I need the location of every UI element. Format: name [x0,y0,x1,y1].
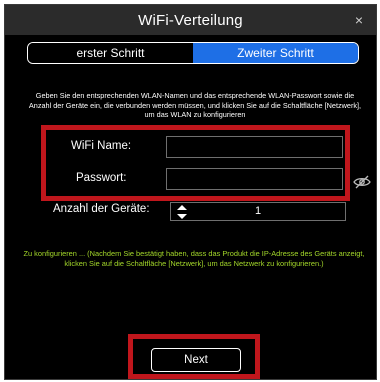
device-count-value: 1 [254,205,262,217]
configuration-note: Zu konfigurieren ... (Nachdem Sie bestät… [23,249,365,268]
next-button[interactable]: Next [151,348,241,372]
device-count-label: Anzahl der Geräte: [53,203,150,215]
dialog-title: WiFi-Verteilung [138,12,243,29]
wifi-distribution-dialog: WiFi-Verteilung × erster Schritt Zweiter… [4,4,377,380]
close-icon[interactable]: × [352,12,366,28]
wifi-name-input[interactable] [166,136,343,158]
title-bar: WiFi-Verteilung × [5,5,376,35]
wifi-name-label: WiFi Name: [71,140,132,152]
password-input[interactable] [166,168,343,190]
step-tabs: erster Schritt Zweiter Schritt [27,42,359,64]
device-count-stepper[interactable]: 1 [170,202,346,221]
eye-slash-icon[interactable] [353,175,371,189]
password-label: Passwort: [76,172,127,184]
instructions-text: Geben Sie den entsprechenden WLAN-Namen … [28,91,362,119]
tab-second-step[interactable]: Zweiter Schritt [193,43,358,63]
tab-first-step[interactable]: erster Schritt [28,43,193,63]
